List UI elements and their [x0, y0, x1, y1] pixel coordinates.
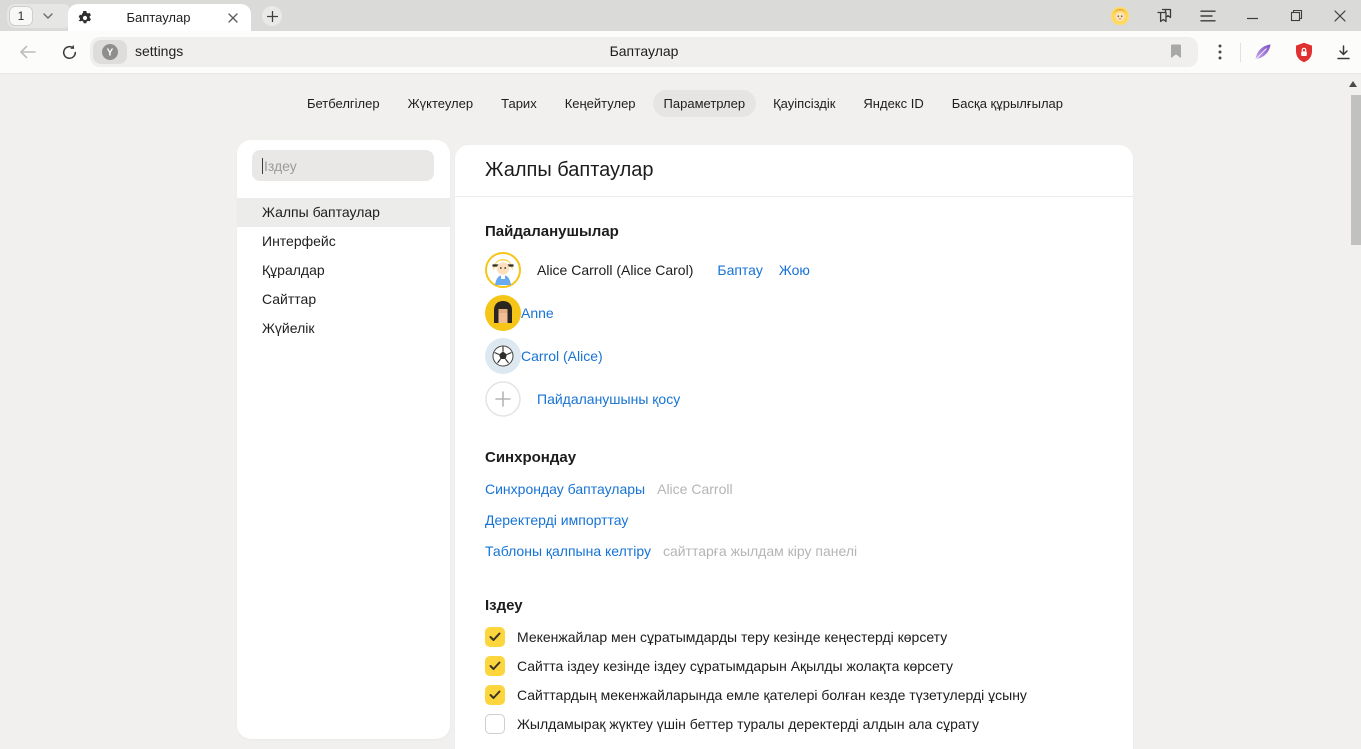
browser-tab-settings[interactable]: Баптаулар [68, 4, 251, 31]
nav-tab-security[interactable]: Қауіпсіздік [762, 90, 846, 117]
toolbar: Y settings Баптаулар [0, 31, 1361, 74]
close-button[interactable] [1331, 7, 1349, 25]
nav-tab-history[interactable]: Тарих [490, 90, 548, 117]
user-configure-link[interactable]: Баптау [717, 262, 762, 278]
checkbox-row: Сайттардың мекенжайларында емле қателері… [485, 685, 1103, 705]
import-data-link[interactable]: Деректерді импорттау [485, 512, 628, 528]
reload-button[interactable] [59, 42, 79, 62]
sidebar-item-general[interactable]: Жалпы баптаулар [237, 198, 450, 227]
more-options-icon[interactable] [1210, 42, 1230, 62]
titlebar: 1 Баптаулар [0, 0, 1361, 31]
sync-row: Деректерді импорттау [485, 512, 1103, 528]
checkbox-row: Мекенжайлар мен сұратымдарды теру кезінд… [485, 627, 1103, 647]
minimize-button[interactable] [1243, 7, 1261, 25]
sidebar-nav: Жалпы баптаулар Интерфейс Құралдар Сайтт… [237, 198, 450, 343]
sync-row: Синхрондау баптаулары Alice Carroll [485, 481, 1103, 497]
checkbox-label: Сайтта іздеу кезінде іздеу сұратымдарын … [517, 658, 953, 674]
nav-tab-settings[interactable]: Параметрлер [653, 90, 757, 117]
checkbox-site-search[interactable] [485, 656, 505, 676]
settings-sidebar: Іздеу Жалпы баптаулар Интерфейс Құралдар… [237, 140, 450, 739]
sync-row: Таблоны қалпына келтіру сайттарға жылдам… [485, 543, 1103, 559]
page-title: Жалпы баптаулар [455, 145, 1133, 197]
checkbox-label: Сайттардың мекенжайларында емле қателері… [517, 687, 1027, 703]
nav-tab-downloads[interactable]: Жүктеулер [397, 90, 485, 117]
settings-main-panel: Жалпы баптаулар Пайдаланушылар [455, 145, 1133, 749]
settings-page: Бетбелгілер Жүктеулер Тарих Кеңейтулер П… [0, 75, 1361, 749]
nav-tab-other-devices[interactable]: Басқа құрылғылар [941, 90, 1074, 117]
sync-settings-link[interactable]: Синхрондау баптаулары [485, 481, 645, 497]
bookmark-icon[interactable] [1168, 43, 1186, 61]
add-user-link[interactable]: Пайдаланушыны қосу [537, 391, 680, 407]
user-name-link[interactable]: Anne [521, 305, 554, 321]
checkbox-label: Мекенжайлар мен сұратымдарды теру кезінд… [517, 629, 947, 645]
search-section-heading: Іздеу [485, 597, 1103, 614]
user-row: Anne [485, 295, 1103, 331]
sidebar-item-sites[interactable]: Сайттар [237, 285, 450, 314]
toolbar-divider [1240, 43, 1241, 62]
checkbox-row: Сайтта іздеу кезінде іздеу сұратымдарын … [485, 656, 1103, 676]
sidebar-item-interface[interactable]: Интерфейс [237, 227, 450, 256]
alice-avatar[interactable] [485, 252, 521, 288]
sync-section-heading: Синхрондау [485, 449, 1103, 466]
scrollbar-up-arrow[interactable] [1348, 75, 1358, 83]
sidebar-item-tools[interactable]: Құралдар [237, 256, 450, 285]
sidebar-search-input[interactable]: Іздеу [252, 150, 434, 181]
tab-counter-button[interactable]: 1 [7, 4, 71, 28]
tab-title: Баптаулар [92, 10, 225, 25]
feather-extension-icon[interactable] [1251, 40, 1275, 64]
nav-tab-yandex-id[interactable]: Яндекс ID [852, 90, 934, 117]
tab-count: 1 [9, 6, 33, 26]
sidebar-item-system[interactable]: Жүйелік [237, 314, 450, 343]
user-name-link[interactable]: Carrol (Alice) [521, 348, 603, 364]
nav-tab-extensions[interactable]: Кеңейтулер [554, 90, 647, 117]
restore-button[interactable] [1287, 7, 1305, 25]
new-tab-button[interactable] [262, 6, 282, 26]
nav-tab-bookmarks[interactable]: Бетбелгілер [296, 90, 391, 117]
soccer-ball-avatar[interactable] [485, 338, 521, 374]
user-delete-link[interactable]: Жою [779, 262, 810, 278]
download-icon[interactable] [1331, 40, 1355, 64]
url-text: settings [135, 43, 183, 59]
sync-account-note: Alice Carroll [657, 481, 732, 497]
protect-shield-icon[interactable] [1292, 40, 1316, 64]
restore-tableau-link[interactable]: Таблоны қалпына келтіру [485, 543, 651, 559]
scrollbar-thumb[interactable] [1351, 95, 1361, 245]
checkbox-prefetch[interactable] [485, 714, 505, 734]
add-user-icon[interactable] [485, 381, 521, 417]
settings-nav: Бетбелгілер Жүктеулер Тарих Кеңейтулер П… [237, 90, 1133, 117]
gear-icon [78, 11, 92, 25]
user-row: Alice Carroll (Alice Carol) Баптау Жою [485, 252, 1103, 288]
tableau-note: сайттарға жылдам кіру панелі [663, 543, 857, 559]
checkbox-row: Жылдамырақ жүктеу үшін беттер туралы дер… [485, 714, 1103, 734]
checkbox-spelling[interactable] [485, 685, 505, 705]
svg-text:Y: Y [107, 48, 114, 59]
users-section-heading: Пайдаланушылар [485, 223, 1103, 240]
address-bar[interactable]: Y settings Баптаулар [90, 37, 1198, 67]
add-user-row[interactable]: Пайдаланушыны қосу [485, 381, 1103, 417]
profile-avatar[interactable] [1111, 7, 1129, 25]
anne-avatar[interactable] [485, 295, 521, 331]
menu-icon[interactable] [1199, 7, 1217, 25]
back-button[interactable] [18, 42, 38, 62]
site-badge: Y [93, 40, 127, 64]
user-row: Carrol (Alice) [485, 338, 1103, 374]
tab-close-icon[interactable] [225, 10, 241, 26]
address-page-title: Баптаулар [90, 43, 1198, 59]
search-placeholder: Іздеу [264, 158, 297, 174]
user-name: Alice Carroll (Alice Carol) [537, 262, 693, 278]
text-caret [262, 158, 263, 174]
chevron-down-icon [43, 13, 53, 19]
checkbox-label: Жылдамырақ жүктеу үшін беттер туралы дер… [517, 716, 979, 732]
collections-icon[interactable] [1155, 7, 1173, 25]
checkbox-suggestions[interactable] [485, 627, 505, 647]
